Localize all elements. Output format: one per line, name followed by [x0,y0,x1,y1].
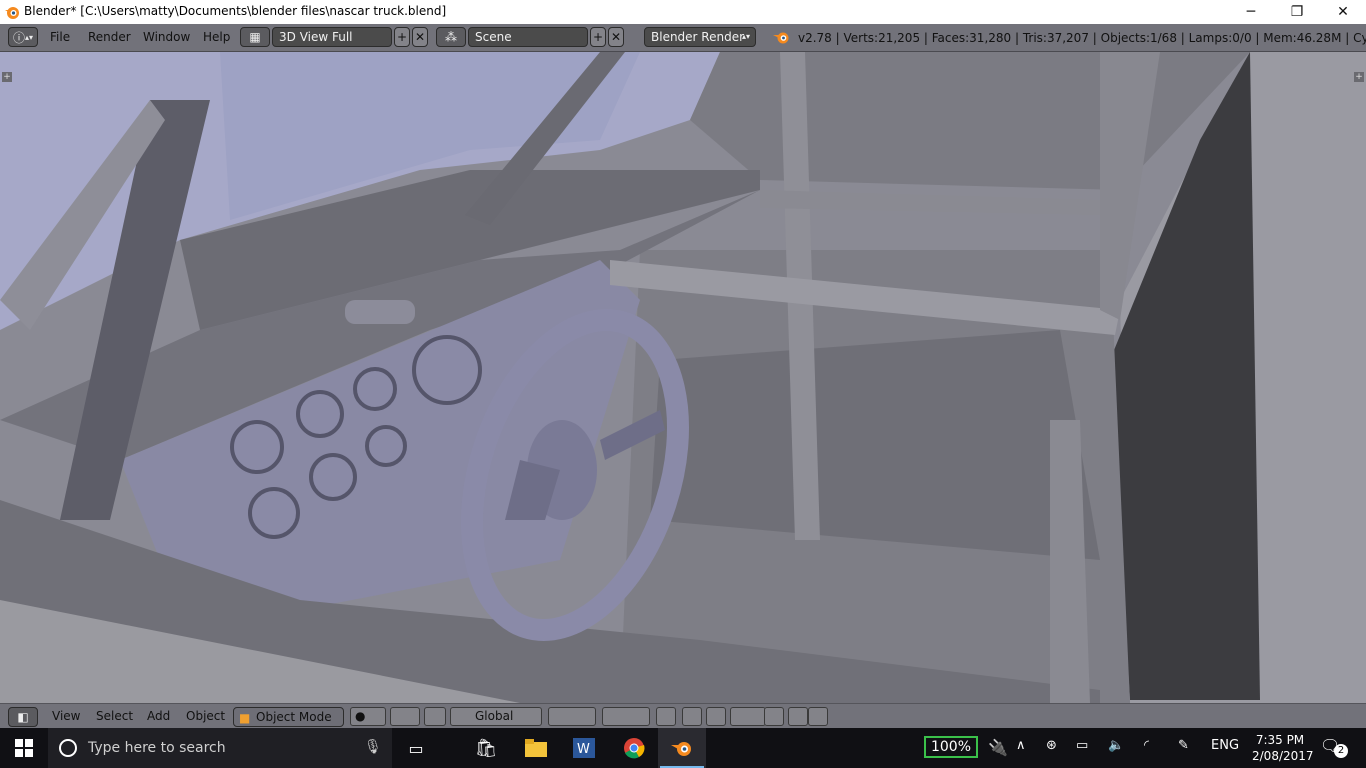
scene-dropdown[interactable]: Scene [468,27,588,47]
power-plug-icon[interactable]: 🔌 [988,738,1008,757]
screen-layout-dropdown[interactable]: 3D View Full [272,27,392,47]
close-button[interactable]: ✕ [1320,0,1366,24]
render-engine-dropdown[interactable]: Blender Render ▴▾ [644,27,756,47]
menu-object[interactable]: Object [186,709,225,723]
wifi-icon[interactable]: ◜ [1144,738,1149,753]
blender-taskbar-button[interactable] [658,728,706,768]
render-animation-icon[interactable] [808,707,828,726]
lock-camera-icon[interactable] [656,707,676,726]
folder-icon [525,739,547,757]
microphone-icon[interactable]: 🎙 [364,739,382,755]
windows-logo-icon [15,739,33,757]
truck-interior-render [0,52,1366,703]
remove-scene-icon[interactable]: ✕ [608,27,624,47]
scene-icon: ⁂ [445,30,457,44]
editor-type-button[interactable]: ⓘ ▴▾ [8,27,38,47]
shading-dropdown[interactable]: ● [350,707,386,726]
remove-screen-icon[interactable]: ✕ [412,27,428,47]
windows-taskbar: Type here to search 🎙 ▭ 🛍 W 100% 🔌 ∧ ⊛ ▭… [0,728,1366,768]
manipulator-toggle[interactable] [424,707,446,726]
3d-view-header: ◧ View Select Add Object ■ Object Mode ●… [0,703,1366,729]
word-icon: W [573,738,595,758]
language-indicator[interactable]: ENG [1211,738,1239,753]
menu-help[interactable]: Help [203,28,230,47]
taskbar-clock[interactable]: 7:35 PM 2/08/2017 [1252,732,1314,764]
proportional-edit-icon[interactable] [682,707,702,726]
blender-icon [671,742,691,756]
editor-type-3dview-button[interactable]: ◧ [8,707,38,727]
menu-file[interactable]: File [50,28,70,47]
start-button[interactable] [0,728,48,768]
taskbar-search-box[interactable]: Type here to search 🎙 [48,728,392,768]
clock-date: 2/08/2017 [1252,749,1314,763]
chevron-updown-icon: ▴▾ [741,32,750,41]
snap-target-icon[interactable] [764,707,784,726]
snap-toggle-icon[interactable] [706,707,726,726]
pivot-point-dropdown[interactable] [390,707,420,726]
viewport-toolshelf-toggle[interactable]: + [2,72,12,82]
add-screen-icon[interactable]: + [394,27,410,47]
task-view-button[interactable]: ▭ [392,728,440,768]
svg-text:W: W [577,742,590,757]
store-taskbar-button[interactable]: 🛍 [462,728,510,768]
blender-logo-icon [773,32,789,44]
word-taskbar-button[interactable]: W [560,728,608,768]
menu-render[interactable]: Render [88,28,131,47]
layer-buttons-2[interactable] [602,707,650,726]
notification-count-badge: 2 [1334,744,1348,758]
render-image-icon[interactable] [788,707,808,726]
info-icon: ⓘ [12,30,25,45]
screen-layout-icon-button[interactable]: ▦ [240,27,270,47]
object-cube-icon: ■ [239,711,251,725]
menu-view[interactable]: View [52,709,80,723]
battery-tray-icon[interactable]: ▭ [1076,738,1088,753]
store-icon: 🛍 [474,737,498,759]
window-title: Blender* [C:\Users\matty\Documents\blend… [24,4,447,18]
cortana-icon [59,739,77,757]
minimize-button[interactable]: ─ [1228,0,1274,24]
layout-grid-icon: ▦ [249,30,261,44]
3d-viewport[interactable]: + + [0,52,1366,703]
chevron-up-icon[interactable]: ∧ [1016,738,1026,753]
mode-dropdown[interactable]: ■ Object Mode [233,707,344,727]
menu-window[interactable]: Window [143,28,190,47]
scene-icon-button[interactable]: ⁂ [436,27,466,47]
title-bar: Blender* [C:\Users\matty\Documents\blend… [0,0,1366,24]
file-explorer-taskbar-button[interactable] [512,728,560,768]
task-view-icon: ▭ [408,738,424,758]
blender-app-icon [5,7,19,19]
maximize-button[interactable]: ❐ [1274,0,1320,24]
clock-time: 7:35 PM [1255,733,1305,747]
solid-shading-icon: ● [355,709,366,723]
info-header: ⓘ ▴▾ File Render Window Help ▦ 3D View Fu… [0,24,1366,52]
chrome-icon [624,738,645,759]
snap-element-dropdown[interactable] [730,707,766,726]
steam-icon[interactable]: ⊛ [1046,738,1057,753]
menu-add[interactable]: Add [147,709,170,723]
pen-icon[interactable]: ✎ [1178,738,1189,753]
layer-buttons-1[interactable] [548,707,596,726]
transform-orientation-dropdown[interactable]: Global [450,707,542,726]
viewport-properties-toggle[interactable]: + [1354,72,1364,82]
volume-icon[interactable]: 🔈 [1108,738,1124,753]
add-scene-icon[interactable]: + [590,27,606,47]
battery-indicator[interactable]: 100% [924,736,978,758]
cube-view-icon: ◧ [17,710,29,724]
scene-statistics: v2.78 | Verts:21,205 | Faces:31,280 | Tr… [798,31,1366,45]
menu-select[interactable]: Select [96,709,133,723]
action-center-button[interactable]: 🗨 2 [1320,736,1350,760]
chrome-taskbar-button[interactable] [610,728,658,768]
